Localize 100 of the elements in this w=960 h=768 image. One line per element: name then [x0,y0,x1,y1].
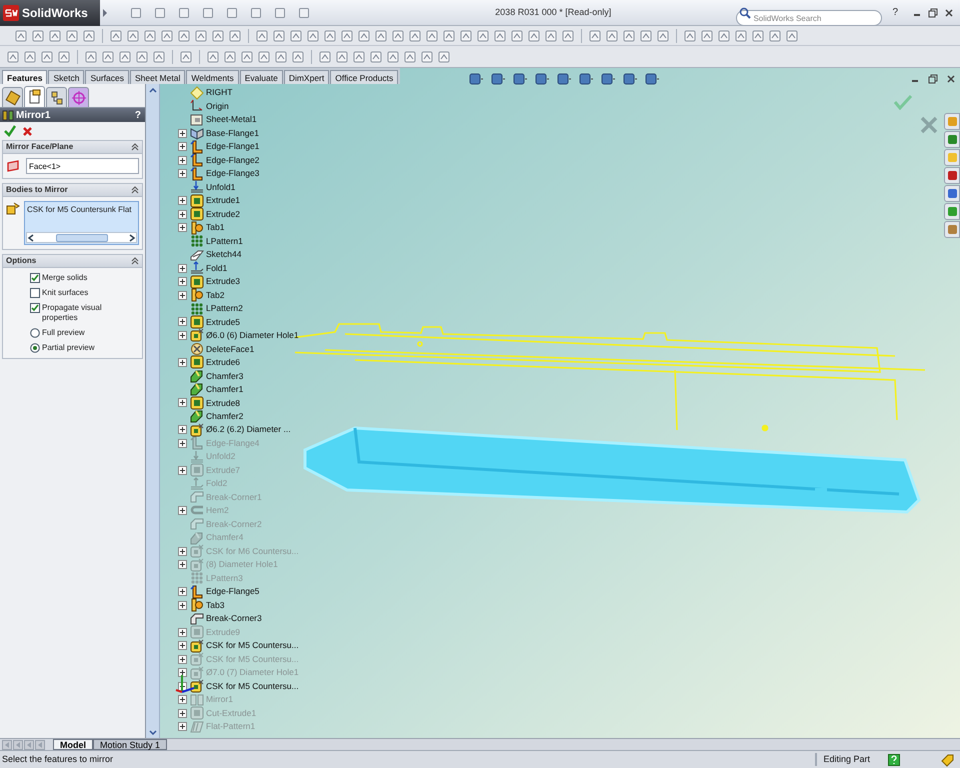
restore-icon[interactable] [928,8,938,18]
expand-plus-icon[interactable] [178,425,187,434]
tool-icon[interactable] [476,28,490,42]
collapse-chevron-icon[interactable] [131,143,139,151]
tool-icon[interactable] [785,28,799,42]
tree-item[interactable]: Sketch44 [206,248,242,261]
tree-item[interactable]: Ø6.2 (6.2) Diameter ... [206,423,291,436]
expand-plus-icon[interactable] [178,210,187,219]
tree-item[interactable]: Extrude3 [206,275,240,288]
task-pane-tab[interactable] [944,167,960,184]
tool-icon[interactable] [23,50,37,64]
tool-icon[interactable] [211,28,225,42]
close-icon[interactable] [944,8,954,18]
tool-icon[interactable] [177,28,191,42]
face-field[interactable]: Face<1> [26,158,139,174]
tree-item[interactable]: Extrude1 [206,194,240,207]
tool-icon[interactable] [57,50,71,64]
tool-icon[interactable] [734,28,748,42]
menu-arrow-icon[interactable] [102,8,108,18]
tool-icon[interactable] [544,28,558,42]
command-tab[interactable]: Office Products [330,70,398,84]
tree-item[interactable]: Chamfer3 [206,370,244,382]
bottom-tab[interactable]: Motion Study 1 [93,739,168,750]
tree-item[interactable]: LPattern1 [206,234,243,248]
cancel-x-icon[interactable] [920,116,938,134]
app-logo[interactable]: SolidWorks [0,0,100,26]
property-manager-tab[interactable] [24,86,45,107]
command-tab[interactable]: Features [2,70,48,84]
tree-item[interactable]: CSK for M5 Countersu... [206,639,299,652]
tool-icon[interactable] [391,28,405,42]
expand-plus-icon[interactable] [178,466,187,475]
tree-item[interactable]: Origin [206,100,229,113]
tool-icon[interactable] [437,50,451,64]
command-tab[interactable]: Sketch [48,70,84,84]
tree-item[interactable]: Edge-Flange1 [206,140,260,154]
task-pane-tab[interactable] [944,149,960,166]
tool-icon[interactable] [318,50,332,64]
tool-icon[interactable] [118,50,132,64]
expand-plus-icon[interactable] [178,695,187,704]
radio-button[interactable] [30,343,40,353]
tool-icon[interactable] [255,28,269,42]
tool-icon[interactable] [357,28,371,42]
cancel-icon[interactable] [22,126,33,136]
tool-icon[interactable] [425,28,439,42]
task-pane-tab[interactable] [944,113,960,130]
tree-item[interactable]: Tab2 [206,288,224,302]
scroll-right-icon[interactable] [128,234,136,242]
expand-plus-icon[interactable] [178,722,187,731]
expand-plus-icon[interactable] [178,506,187,516]
tree-item[interactable]: Extrude6 [206,356,240,369]
tree-item[interactable]: Ø6.0 (6) Diameter Hole1 [206,329,299,342]
dimxpert-manager-tab[interactable] [68,87,89,107]
expand-plus-icon[interactable] [178,641,187,650]
tool-icon[interactable] [369,50,383,64]
tool-icon[interactable] [335,50,349,64]
expand-plus-icon[interactable] [178,587,187,596]
task-pane-tab[interactable] [944,185,960,202]
task-pane-tab[interactable] [944,131,960,148]
tool-icon[interactable] [126,28,140,42]
tree-item[interactable]: Edge-Flange5 [206,585,260,598]
tool-icon[interactable] [306,28,320,42]
tool-icon[interactable] [160,28,174,42]
checkbox[interactable] [30,288,40,298]
task-pane-tab[interactable] [944,221,960,238]
tool-icon[interactable] [65,28,79,42]
expand-plus-icon[interactable] [178,330,187,340]
feature-manager-tab[interactable] [2,87,23,107]
tool-icon[interactable] [374,28,388,42]
tool-icon[interactable] [223,50,237,64]
tool-icon[interactable] [768,28,782,42]
tool-icon[interactable] [179,50,193,64]
expand-plus-icon[interactable] [178,264,187,273]
tool-icon[interactable] [84,50,98,64]
tool-icon[interactable] [493,28,507,42]
restore-icon[interactable] [928,74,938,84]
tool-icon[interactable] [403,50,417,64]
tree-item[interactable]: CSK for M5 Countersu... [206,680,299,692]
expand-plus-icon[interactable] [178,317,187,326]
confirm-check-icon[interactable] [893,94,913,110]
tree-item[interactable]: Base-Flange1 [206,126,259,140]
tool-icon[interactable] [274,50,288,64]
tree-item[interactable]: Chamfer1 [206,383,244,396]
expand-plus-icon[interactable] [178,600,187,610]
scroll-thumb[interactable] [56,234,108,242]
tool-icon[interactable] [240,50,254,64]
tool-icon[interactable] [323,28,337,42]
command-tab[interactable]: DimXpert [284,70,330,84]
collapse-chevron-icon[interactable] [131,257,139,265]
expand-plus-icon[interactable] [178,142,187,152]
tool-icon[interactable] [152,50,166,64]
tree-item[interactable]: LPattern2 [206,302,243,315]
tool-icon[interactable] [6,50,20,64]
help-menu[interactable]: ? [892,5,898,20]
tag-icon[interactable] [940,752,954,766]
collapse-chevron-icon[interactable] [131,186,139,194]
tree-item[interactable]: Tab1 [206,221,224,234]
tree-item[interactable]: RIGHT [206,86,232,100]
command-tab[interactable]: Sheet Metal [130,70,186,84]
scroll-left-icon[interactable] [27,234,35,242]
tool-icon[interactable] [228,28,242,42]
